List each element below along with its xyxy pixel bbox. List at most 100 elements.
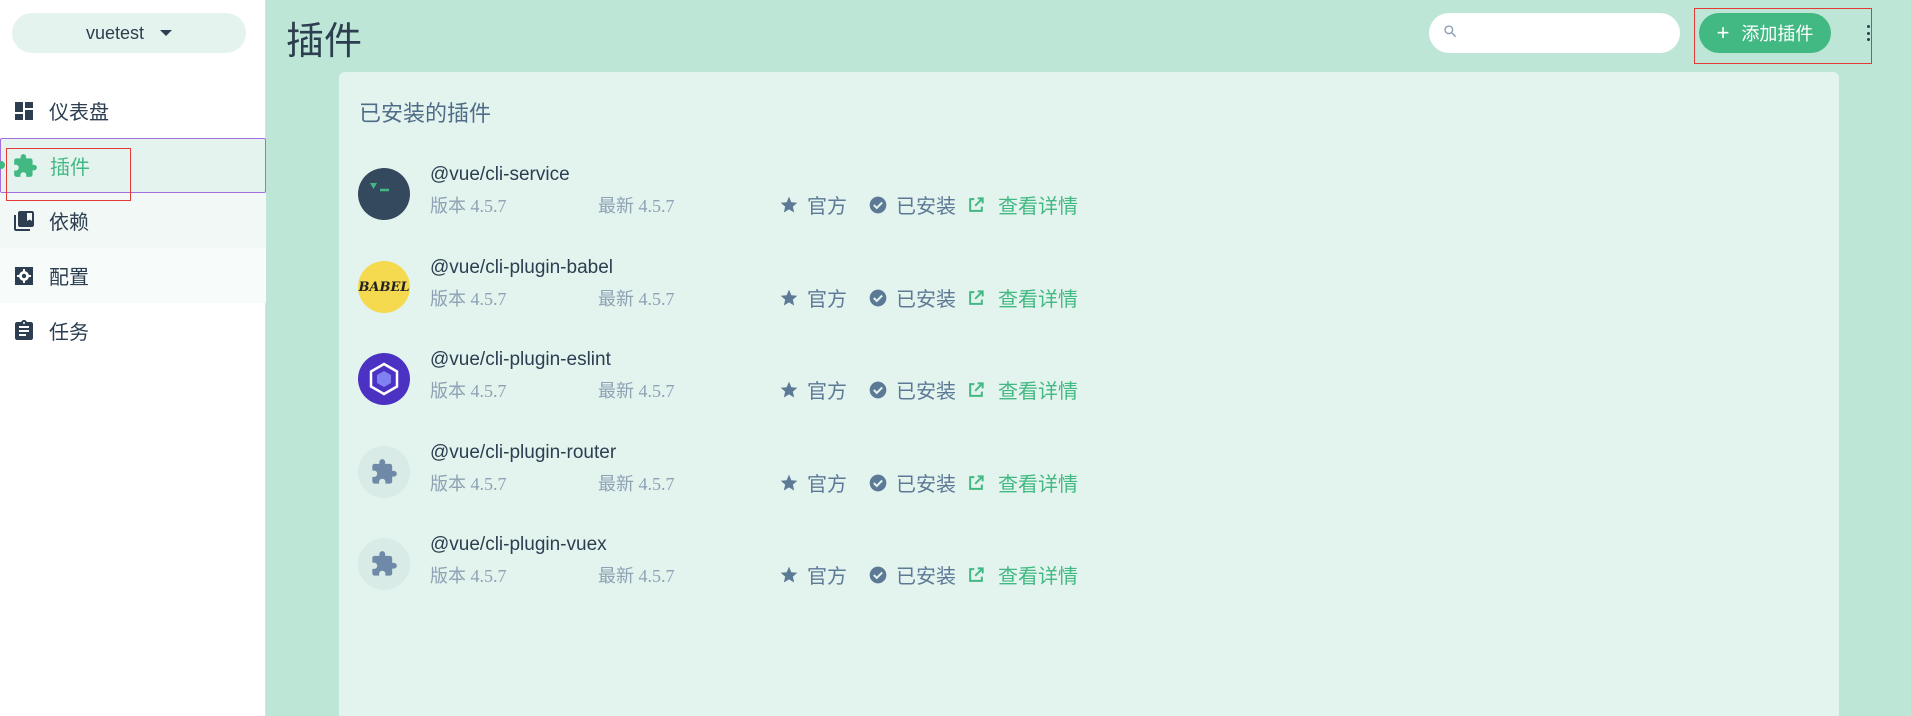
search-input[interactable]	[1467, 24, 1667, 42]
sidebar-item-label: 依赖	[49, 212, 89, 234]
view-details-label: 查看详情	[998, 196, 1078, 218]
add-plugin-label: 添加插件	[1741, 24, 1814, 44]
installed-badge: 已安装	[868, 190, 956, 219]
plugin-version: 版本 4.5.7	[430, 196, 507, 216]
project-selector[interactable]: vuetest	[12, 13, 246, 53]
plugin-name: @vue/cli-plugin-eslint	[430, 349, 611, 370]
installed-label: 已安装	[896, 381, 956, 403]
sidebar-item-label: 仪表盘	[49, 102, 109, 124]
vue-cli-logo-icon	[358, 168, 410, 220]
sidebar-item-dashboard[interactable]: 仪表盘	[0, 83, 266, 138]
plugin-name: @vue/cli-plugin-babel	[430, 257, 613, 278]
sidebar-item-configuration[interactable]: 配置	[0, 248, 266, 303]
view-details-label: 查看详情	[998, 566, 1078, 588]
star-icon	[780, 566, 798, 582]
plugin-version: 版本 4.5.7	[430, 381, 507, 401]
view-details-label: 查看详情	[998, 381, 1078, 403]
check-circle-icon	[869, 381, 887, 398]
sidebar-item-tasks[interactable]: 任务	[0, 303, 266, 358]
installed-label: 已安装	[896, 474, 956, 496]
plugin-latest-version: 最新 4.5.7	[598, 566, 675, 586]
sidebar-item-dependencies[interactable]: 依赖	[0, 193, 266, 248]
check-circle-icon	[869, 474, 887, 491]
official-badge: 官方	[779, 283, 847, 312]
plugin-version: 版本 4.5.7	[430, 566, 507, 586]
check-circle-icon	[869, 196, 887, 213]
installed-label: 已安装	[896, 566, 956, 588]
installed-badge: 已安装	[868, 375, 956, 404]
sidebar-item-label: 配置	[49, 267, 89, 289]
installed-label: 已安装	[896, 196, 956, 218]
external-link-icon	[969, 381, 984, 397]
project-name: vuetest	[85, 22, 145, 43]
search-box[interactable]	[1429, 13, 1680, 53]
puzzle-icon	[358, 446, 410, 498]
settings-icon	[11, 263, 37, 289]
official-label: 官方	[807, 566, 847, 588]
plugin-item[interactable]: @vue/cli-plugin-eslint 版本 4.5.7 最新 4.5.7…	[358, 349, 1358, 409]
official-label: 官方	[807, 289, 847, 311]
plugin-version: 版本 4.5.7	[430, 474, 507, 494]
installed-plugins-panel: 已安装的插件 @vue/cli-service 版本 4.5.7 最新 4.5.…	[339, 72, 1839, 716]
star-icon	[780, 289, 798, 305]
plugin-latest-version: 最新 4.5.7	[598, 381, 675, 401]
puzzle-icon	[12, 153, 38, 179]
library-icon	[11, 208, 37, 234]
add-plugin-button[interactable]: + 添加插件	[1699, 13, 1831, 53]
plugin-item[interactable]: @vue/cli-plugin-router 版本 4.5.7 最新 4.5.7…	[358, 442, 1358, 502]
star-icon	[780, 381, 798, 397]
external-link-icon	[969, 474, 984, 490]
official-label: 官方	[807, 474, 847, 496]
star-icon	[780, 474, 798, 490]
view-details-link[interactable]: 查看详情	[966, 190, 1078, 219]
official-badge: 官方	[779, 375, 847, 404]
plugin-name: @vue/cli-service	[430, 164, 570, 185]
official-label: 官方	[807, 196, 847, 218]
page-title: 插件	[286, 21, 363, 63]
plugin-name: @vue/cli-plugin-vuex	[430, 534, 607, 555]
active-indicator	[0, 161, 5, 169]
plugin-item[interactable]: @vue/cli-service 版本 4.5.7 最新 4.5.7 官方 已安…	[358, 164, 1358, 224]
installed-label: 已安装	[896, 289, 956, 311]
external-link-icon	[969, 196, 984, 212]
plugin-item[interactable]: BABEL @vue/cli-plugin-babel 版本 4.5.7 最新 …	[358, 257, 1358, 317]
plugin-latest-version: 最新 4.5.7	[598, 474, 675, 494]
plugin-version: 版本 4.5.7	[430, 289, 507, 309]
installed-badge: 已安装	[868, 283, 956, 312]
plugin-latest-version: 最新 4.5.7	[598, 289, 675, 309]
sidebar-item-label: 插件	[50, 157, 90, 179]
plus-icon: +	[1716, 20, 1730, 45]
check-circle-icon	[869, 566, 887, 583]
view-details-label: 查看详情	[998, 474, 1078, 496]
plugin-name: @vue/cli-plugin-router	[430, 442, 617, 463]
puzzle-icon	[358, 538, 410, 590]
view-details-link[interactable]: 查看详情	[966, 283, 1078, 312]
babel-logo-icon: BABEL	[358, 261, 410, 313]
external-link-icon	[969, 566, 984, 582]
caret-down-icon	[160, 30, 173, 36]
official-badge: 官方	[779, 560, 847, 589]
plugin-item[interactable]: @vue/cli-plugin-vuex 版本 4.5.7 最新 4.5.7 官…	[358, 534, 1358, 594]
sidebar-item-plugins[interactable]: 插件	[0, 138, 266, 193]
view-details-link[interactable]: 查看详情	[966, 375, 1078, 404]
clipboard-icon	[11, 318, 37, 344]
eslint-logo-icon	[358, 353, 410, 405]
more-menu-icon[interactable]	[1864, 21, 1872, 45]
dashboard-icon	[11, 98, 37, 124]
sidebar-item-label: 任务	[49, 322, 89, 344]
external-link-icon	[969, 289, 984, 305]
plugin-latest-version: 最新 4.5.7	[598, 196, 675, 216]
official-label: 官方	[807, 381, 847, 403]
section-title: 已安装的插件	[359, 101, 492, 126]
sidebar: vuetest 仪表盘 插件 依赖 配置 任务	[0, 0, 266, 716]
view-details-label: 查看详情	[998, 289, 1078, 311]
sidebar-nav: 仪表盘 插件 依赖 配置 任务	[0, 83, 266, 358]
search-icon	[1443, 24, 1457, 43]
view-details-link[interactable]: 查看详情	[966, 468, 1078, 497]
check-circle-icon	[869, 289, 887, 306]
installed-badge: 已安装	[868, 560, 956, 589]
official-badge: 官方	[779, 468, 847, 497]
star-icon	[780, 196, 798, 212]
installed-badge: 已安装	[868, 468, 956, 497]
view-details-link[interactable]: 查看详情	[966, 560, 1078, 589]
